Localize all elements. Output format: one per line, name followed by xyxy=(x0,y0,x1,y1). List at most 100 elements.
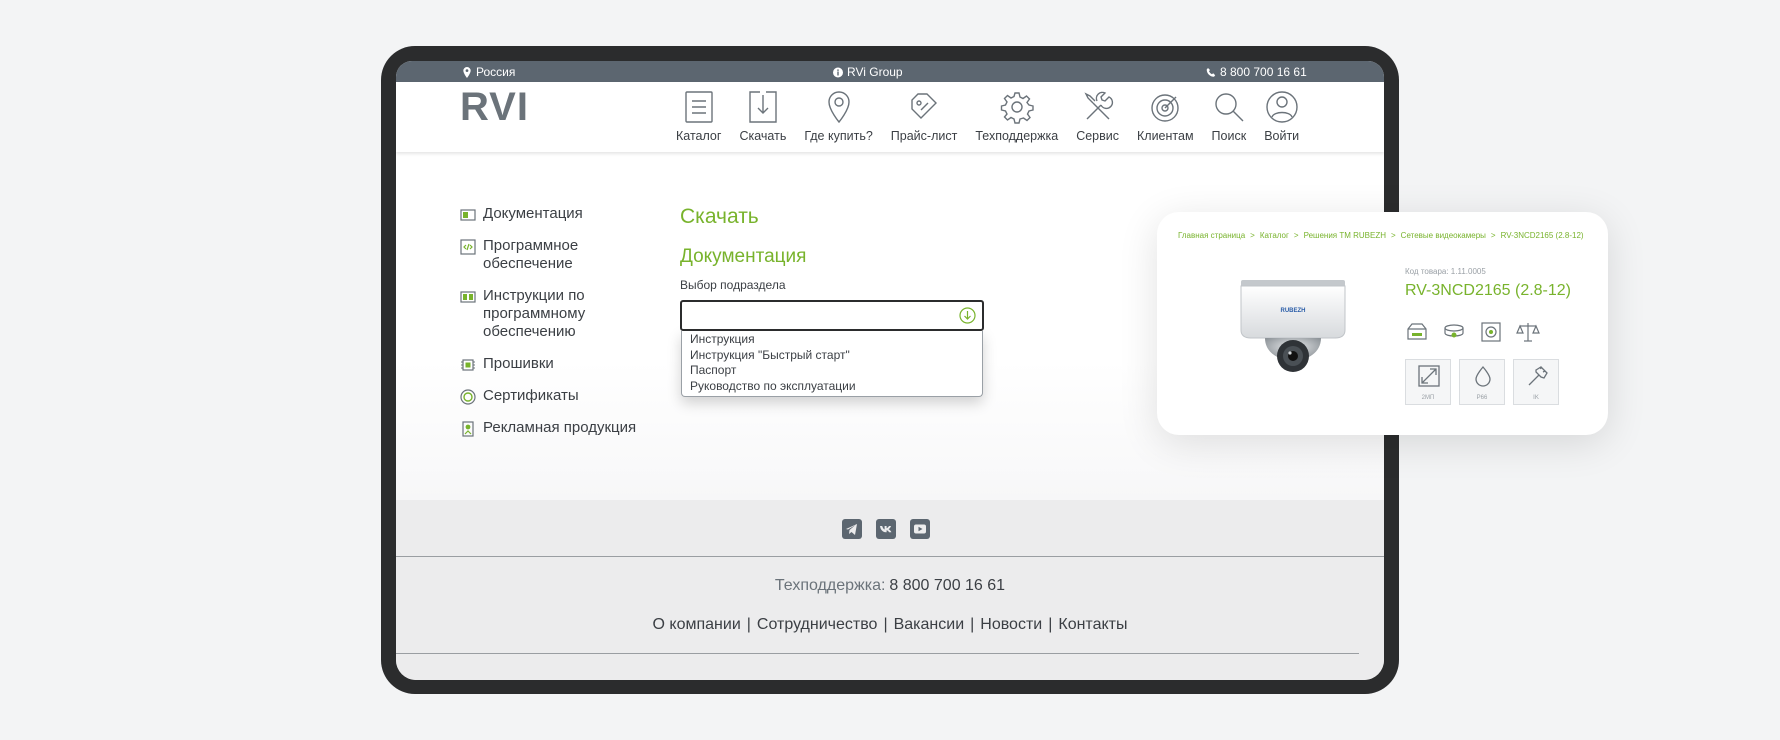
sidebar: Документация Программное обеспечение Инс… xyxy=(460,205,653,451)
sidebar-item-label: Программное обеспечение xyxy=(483,237,579,272)
separator: | xyxy=(883,616,888,633)
sidebar-item-label: Сертификаты xyxy=(483,387,579,404)
support-label: Техподдержка: xyxy=(774,577,886,594)
price-tag-icon xyxy=(911,93,938,119)
catalog-icon xyxy=(685,91,713,123)
camera-brand: RUBEZH xyxy=(1281,308,1306,314)
spec-protection: P66 xyxy=(1459,359,1505,405)
nav-service[interactable]: Сервис xyxy=(1076,89,1119,143)
nav-catalog[interactable]: Каталог xyxy=(676,89,721,143)
footer-link-about[interactable]: О компании xyxy=(653,616,741,633)
certificate-icon xyxy=(460,389,476,405)
sidebar-item-documentation[interactable]: Документация xyxy=(460,205,653,223)
rvi-logo[interactable]: RVI xyxy=(460,87,529,127)
nav-login[interactable]: Войти xyxy=(1264,89,1299,143)
dome-camera-icon xyxy=(1444,324,1464,338)
download-icon xyxy=(749,91,777,123)
breadcrumb-item[interactable]: Главная страница xyxy=(1178,231,1245,240)
sidebar-item-software-instructions[interactable]: Инструкции по программному обеспечению xyxy=(460,287,653,341)
dropdown-option[interactable]: Руководство по эксплуатации xyxy=(690,379,982,395)
breadcrumb-item[interactable]: Решения ТМ RUBEZH xyxy=(1304,231,1386,240)
footer-link-news[interactable]: Новости xyxy=(980,616,1042,633)
spec-tiles: 2МП P66 IK xyxy=(1405,359,1559,405)
nav-where-to-buy[interactable]: Где купить? xyxy=(804,89,873,143)
footer-divider-bottom xyxy=(396,653,1359,654)
instructions-icon xyxy=(460,291,476,303)
product-card: Главная страница > Каталог > Решения ТМ RUBE… xyxy=(1157,212,1608,435)
sidebar-item-promo[interactable]: Рекламная продукция xyxy=(460,419,653,437)
sidebar-item-label: Инструкции по программному обеспечению xyxy=(483,287,586,340)
footer: Техподдержка: 8 800 700 16 61 О компании |… xyxy=(396,500,1384,680)
nav-clients[interactable]: Клиентам xyxy=(1137,89,1194,143)
sidebar-item-firmware[interactable]: Прошивки xyxy=(460,355,653,373)
phone-icon xyxy=(1206,67,1216,77)
main-nav: Каталог Скачать Где купить? Прайс-лист Т… xyxy=(676,89,1317,143)
nav-price-list[interactable]: Прайс-лист xyxy=(891,89,957,143)
sidebar-item-certificates[interactable]: Сертификаты xyxy=(460,387,653,405)
nav-label: Клиентам xyxy=(1137,129,1194,143)
camera-image: RUBEZH xyxy=(1240,280,1346,372)
page-title: Скачать xyxy=(680,205,759,228)
compare-scales-icon xyxy=(1516,323,1540,342)
support-line: Техподдержка: 8 800 700 16 61 xyxy=(396,577,1384,595)
nav-label: Сервис xyxy=(1076,129,1119,143)
region-selector[interactable]: Россия xyxy=(462,65,515,79)
footer-link-vacancies[interactable]: Вакансии xyxy=(894,616,965,633)
nav-support[interactable]: Техподдержка xyxy=(975,89,1058,143)
breadcrumb-item: RV-3NCD2165 (2.8-12) xyxy=(1500,231,1584,240)
footer-link-cooperation[interactable]: Сотрудничество xyxy=(757,616,878,633)
dropdown-option[interactable]: Инструкция xyxy=(690,332,982,348)
phone-label: 8 800 700 16 61 xyxy=(1220,65,1307,79)
nav-label: Войти xyxy=(1264,129,1300,143)
footer-link-contacts[interactable]: Контакты xyxy=(1058,616,1127,633)
spec-label: P66 xyxy=(1476,395,1488,401)
dropdown-option[interactable]: Паспорт xyxy=(690,363,982,379)
sidebar-item-label: Документация xyxy=(483,205,583,222)
group-link[interactable]: RVi Group xyxy=(833,65,903,79)
select-label: Выбор подраздела xyxy=(680,278,786,292)
phone-link[interactable]: 8 800 700 16 61 xyxy=(1206,65,1307,79)
footer-divider xyxy=(396,556,1384,557)
code-icon xyxy=(460,239,476,255)
spec-label: IK xyxy=(1533,395,1539,401)
social-links xyxy=(842,519,930,539)
subsection-select[interactable] xyxy=(680,300,984,331)
vk-icon[interactable] xyxy=(876,519,896,539)
location-pin-icon xyxy=(463,66,471,78)
chip-icon xyxy=(461,359,475,371)
promo-icon xyxy=(462,421,474,437)
gear-icon xyxy=(1000,92,1034,124)
group-label: RVi Group xyxy=(847,65,903,79)
nav-label: Где купить? xyxy=(804,129,873,143)
sidebar-item-software[interactable]: Программное обеспечение xyxy=(460,237,653,273)
hammer-icon xyxy=(1528,366,1548,386)
breadcrumb-separator: > xyxy=(1250,231,1255,240)
footer-links: О компании | Сотрудничество | Вакансии | Новос… xyxy=(396,616,1384,634)
section-title: Документация xyxy=(680,246,807,267)
search-icon xyxy=(1215,93,1244,122)
breadcrumb-separator: > xyxy=(1391,231,1396,240)
breadcrumb-item[interactable]: Каталог xyxy=(1260,231,1289,240)
dropdown-option[interactable]: Инструкция "Быстрый старт" xyxy=(690,348,982,364)
nvr-icon xyxy=(1407,323,1427,340)
spec-resolution: 2МП xyxy=(1405,359,1451,405)
product-title: RV-3NCD2165 (2.8-12) xyxy=(1405,282,1572,299)
spec-label: 2МП xyxy=(1421,395,1435,401)
target-icon xyxy=(1151,94,1179,122)
breadcrumb-item[interactable]: Сетевые видеокамеры xyxy=(1401,231,1486,240)
telegram-icon[interactable] xyxy=(842,519,862,539)
nav-label: Поиск xyxy=(1211,129,1247,143)
feature-icons xyxy=(1405,321,1540,343)
youtube-icon[interactable] xyxy=(910,519,930,539)
document-icon xyxy=(460,209,476,221)
info-icon xyxy=(833,67,843,77)
nav-search[interactable]: Поиск xyxy=(1211,89,1247,143)
nav-label: Техподдержка xyxy=(975,129,1059,143)
tools-icon xyxy=(1084,91,1113,120)
support-phone[interactable]: 8 800 700 16 61 xyxy=(889,577,1005,594)
nav-download[interactable]: Скачать xyxy=(739,89,786,143)
sidebar-item-label: Прошивки xyxy=(483,355,554,372)
chevron-down-icon[interactable] xyxy=(959,307,976,324)
separator: | xyxy=(746,616,751,633)
top-bar: Россия RVi Group 8 800 700 16 61 xyxy=(396,61,1384,82)
